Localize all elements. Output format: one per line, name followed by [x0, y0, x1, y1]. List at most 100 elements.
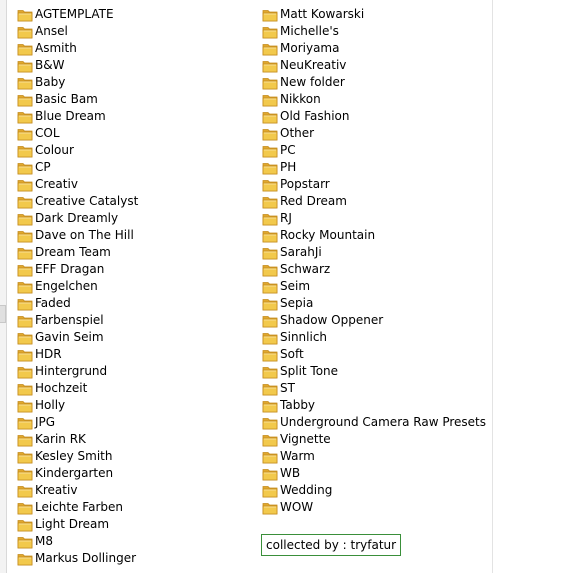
folder-icon: [262, 366, 278, 378]
folder-item[interactable]: Hochzeit: [17, 380, 138, 397]
folder-item[interactable]: Sepia: [262, 295, 486, 312]
folder-icon: [17, 94, 33, 106]
folder-item[interactable]: Popstarr: [262, 176, 486, 193]
folder-name: RJ: [280, 211, 292, 225]
folder-item[interactable]: M8: [17, 533, 138, 550]
folder-name: Sepia: [280, 296, 314, 310]
folder-name: Red Dream: [280, 194, 347, 208]
folder-name: Ansel: [35, 24, 68, 38]
folder-name: Rocky Mountain: [280, 228, 376, 242]
folder-item[interactable]: NeuKreativ: [262, 57, 486, 74]
folder-name: EFF Dragan: [35, 262, 105, 276]
folder-item[interactable]: Rocky Mountain: [262, 227, 486, 244]
folder-item[interactable]: Michelle's: [262, 23, 486, 40]
folder-name: Holly: [35, 398, 66, 412]
folder-item[interactable]: Creative Catalyst: [17, 193, 138, 210]
folder-icon: [17, 434, 33, 446]
folder-item[interactable]: New folder: [262, 74, 486, 91]
folder-item[interactable]: Vignette: [262, 431, 486, 448]
folder-item[interactable]: Matt Kowarski: [262, 6, 486, 23]
folder-name: Faded: [35, 296, 71, 310]
folder-icon: [262, 383, 278, 395]
folder-item[interactable]: Karin RK: [17, 431, 138, 448]
folder-item[interactable]: Farbenspiel: [17, 312, 138, 329]
folder-icon: [17, 451, 33, 463]
folder-item[interactable]: PH: [262, 159, 486, 176]
folder-item[interactable]: RJ: [262, 210, 486, 227]
folder-item[interactable]: PC: [262, 142, 486, 159]
folder-icon: [262, 179, 278, 191]
folder-item[interactable]: Basic Bam: [17, 91, 138, 108]
folder-name: Farbenspiel: [35, 313, 104, 327]
folder-item[interactable]: Leichte Farben: [17, 499, 138, 516]
folder-item[interactable]: Shadow Oppener: [262, 312, 486, 329]
folder-item[interactable]: Light Dream: [17, 516, 138, 533]
folder-name: HDR: [35, 347, 62, 361]
folder-item[interactable]: Kesley Smith: [17, 448, 138, 465]
folder-item[interactable]: Gavin Seim: [17, 329, 138, 346]
folder-item[interactable]: Sinnlich: [262, 329, 486, 346]
folder-item[interactable]: Creativ: [17, 176, 138, 193]
folder-item[interactable]: JPG: [17, 414, 138, 431]
folder-item[interactable]: Warm: [262, 448, 486, 465]
folder-name: Karin RK: [35, 432, 86, 446]
folder-item[interactable]: Wedding: [262, 482, 486, 499]
folder-item[interactable]: AGTEMPLATE: [17, 6, 138, 23]
folder-name: Creative Catalyst: [35, 194, 139, 208]
folder-icon: [262, 60, 278, 72]
folder-item[interactable]: Kindergarten: [17, 465, 138, 482]
folder-item[interactable]: WOW: [262, 499, 486, 516]
pane-splitter-handle[interactable]: [0, 305, 6, 323]
folder-item[interactable]: Dark Dreamly: [17, 210, 138, 227]
folder-icon: [262, 26, 278, 38]
folder-item[interactable]: Dream Team: [17, 244, 138, 261]
folder-item[interactable]: Colour: [17, 142, 138, 159]
folder-item[interactable]: ST: [262, 380, 486, 397]
folder-item[interactable]: Dave on The Hill: [17, 227, 138, 244]
folder-item[interactable]: Faded: [17, 295, 138, 312]
folder-name: Sinnlich: [280, 330, 328, 344]
folder-icon: [262, 468, 278, 480]
folder-item[interactable]: Engelchen: [17, 278, 138, 295]
folder-name: Matt Kowarski: [280, 7, 365, 21]
folder-name: Split Tone: [280, 364, 339, 378]
folder-item[interactable]: Kreativ: [17, 482, 138, 499]
folder-item[interactable]: Red Dream: [262, 193, 486, 210]
folder-item[interactable]: Underground Camera Raw Presets: [262, 414, 486, 431]
folder-item[interactable]: EFF Dragan: [17, 261, 138, 278]
folder-icon: [17, 553, 33, 565]
folder-item[interactable]: Tabby: [262, 397, 486, 414]
folder-icon: [17, 60, 33, 72]
folder-icon: [262, 196, 278, 208]
folder-name: Colour: [35, 143, 74, 157]
folder-name: Dave on The Hill: [35, 228, 134, 242]
folder-item[interactable]: SarahJi: [262, 244, 486, 261]
folder-item[interactable]: COL: [17, 125, 138, 142]
folder-item[interactable]: Other: [262, 125, 486, 142]
folder-item[interactable]: Moriyama: [262, 40, 486, 57]
folder-item[interactable]: Old Fashion: [262, 108, 486, 125]
folder-icon: [17, 366, 33, 378]
folder-item[interactable]: WB: [262, 465, 486, 482]
folder-item[interactable]: Asmith: [17, 40, 138, 57]
folder-item[interactable]: Markus Dollinger: [17, 550, 138, 567]
folder-item[interactable]: Nikkon: [262, 91, 486, 108]
folder-item[interactable]: Schwarz: [262, 261, 486, 278]
folder-item[interactable]: Baby: [17, 74, 138, 91]
folder-item[interactable]: Holly: [17, 397, 138, 414]
folder-icon: [262, 298, 278, 310]
folder-item[interactable]: Blue Dream: [17, 108, 138, 125]
folder-item[interactable]: Seim: [262, 278, 486, 295]
folder-item[interactable]: HDR: [17, 346, 138, 363]
folder-icon: [17, 264, 33, 276]
folder-item[interactable]: Soft: [262, 346, 486, 363]
folder-name: Schwarz: [280, 262, 331, 276]
folder-name: Underground Camera Raw Presets: [280, 415, 487, 429]
folder-item[interactable]: Ansel: [17, 23, 138, 40]
folder-item[interactable]: CP: [17, 159, 138, 176]
folder-item[interactable]: Hintergrund: [17, 363, 138, 380]
folder-item[interactable]: B&W: [17, 57, 138, 74]
folder-item[interactable]: Split Tone: [262, 363, 486, 380]
folder-icon: [262, 417, 278, 429]
folder-name: NeuKreativ: [280, 58, 347, 72]
